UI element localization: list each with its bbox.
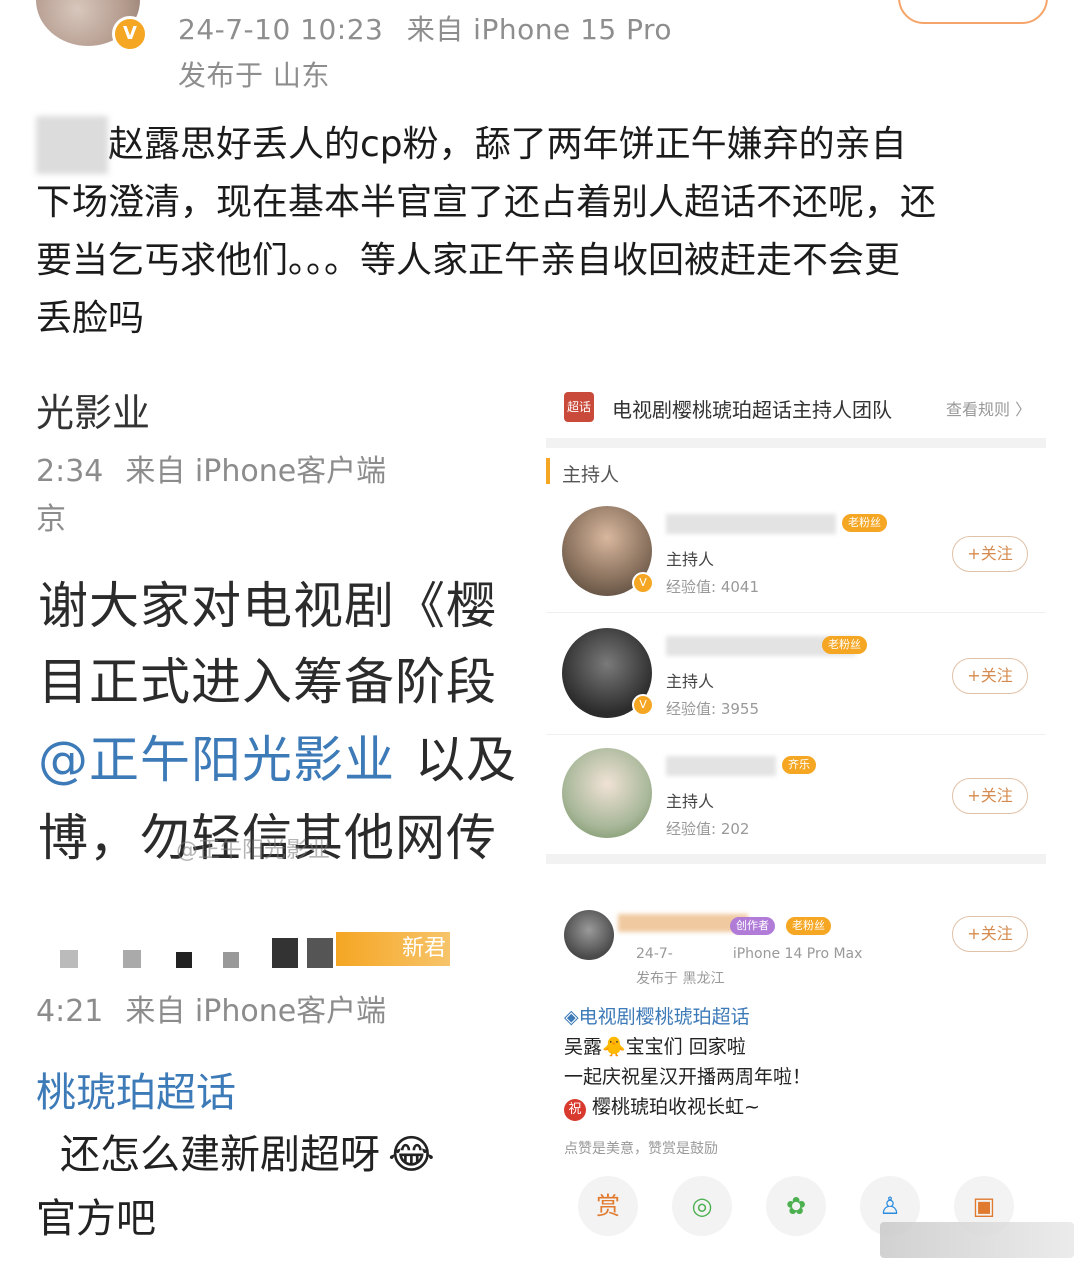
mention-link[interactable]: @正午阳光影业	[38, 731, 395, 789]
user-level-tag: 新君	[336, 932, 450, 966]
diamond-icon: ◈	[564, 1006, 579, 1028]
view-rules-link[interactable]: 查看规则 〉	[946, 396, 1031, 420]
host-exp: 经验值: 202	[666, 820, 750, 838]
post-meta: 24-7-10 10:23 来自 iPhone 15 Pro	[178, 8, 672, 48]
redacted-name: 吴露	[36, 116, 109, 174]
host-exp: 经验值: 3955	[666, 700, 760, 718]
host-team-header: 超话 电视剧樱桃琥珀超话主持人团队 查看规则 〉	[546, 372, 1046, 439]
host-exp: 经验值: 4041	[666, 578, 760, 596]
wechat-icon[interactable]: ◎	[672, 1176, 732, 1236]
verified-badge: V	[632, 694, 654, 716]
post-location: 发布于 黑龙江	[636, 971, 725, 987]
follow-button[interactable]: +关注	[952, 536, 1028, 572]
topic-partial[interactable]: 桃琥珀超话	[36, 1060, 236, 1118]
post-location: 发布于 山东	[178, 59, 330, 92]
left-meta-1: 2:34 来自 iPhone客户端	[36, 454, 387, 489]
reward-icon[interactable]: 赏	[578, 1176, 638, 1236]
host-tag: 老粉丝	[822, 636, 867, 654]
post-meta: 24-7- iPhone 14 Pro Max	[636, 946, 863, 962]
laugh-cry-emoji-icon: 😂	[388, 1132, 435, 1178]
post-body: 吴露赵露思好丢人的cp粉，舔了两年饼正午嫌弃的亲自 下场澄清，现在基本半官宣了还…	[36, 116, 1046, 348]
host-tag: 齐乐	[782, 756, 816, 774]
left-location: 京	[36, 502, 66, 537]
supertopic-link[interactable]: ◈电视剧樱桃琥珀超话	[564, 1002, 750, 1029]
post-line-3: 要当乞丐求他们。。。等人家正午亲自收回被赶走不会更	[36, 240, 901, 281]
supertopic-logo: 超话	[564, 392, 594, 422]
weibo-watermark: @正午阳光影业	[176, 838, 331, 863]
statement-line-2: 目正式进入筹备阶段	[38, 653, 497, 711]
post2-line-3: 祝 樱桃琥珀收视长虹~	[564, 1092, 760, 1121]
host-role: 主持人	[666, 792, 715, 811]
statement-line-1: 谢大家对电视剧《樱	[38, 577, 497, 635]
post-line-2: 下场澄清，现在基本半官宣了还占着别人超话不还呢，还	[36, 182, 937, 223]
host-row: 齐乐 主持人 经验值: 202 +关注	[546, 734, 1046, 854]
section-accent	[546, 458, 550, 484]
host-tag: 老粉丝	[842, 514, 887, 532]
verified-badge: V	[632, 572, 654, 594]
follow-button[interactable]: +关注	[952, 778, 1028, 814]
creator-badge: 创作者	[730, 917, 775, 935]
host-role: 主持人	[666, 550, 715, 569]
redacted-username	[60, 938, 334, 972]
host-name-redacted	[666, 514, 836, 534]
statement-line-3: @正午阳光影业 以及	[38, 731, 517, 789]
follow-button[interactable]: +关注	[952, 658, 1028, 694]
right-screenshot: 超话 电视剧樱桃琥珀超话主持人团队 查看规则 〉 主持人 V 老粉丝 主持人 经…	[546, 372, 1046, 1265]
reward-hint: 点赞是美意，赞赏是鼓励	[564, 1141, 718, 1157]
verified-badge: V	[112, 16, 148, 52]
post2-line-2: 一起庆祝星汉开播两周年啦！	[564, 1066, 812, 1088]
post-source: 来自 iPhone 15 Pro	[406, 13, 673, 46]
reply-line: 还怎么建新剧超呀 😂	[60, 1132, 435, 1178]
host-avatar[interactable]	[562, 748, 652, 838]
host-name-redacted	[666, 756, 776, 776]
left-screenshot: 光影业 2:34 来自 iPhone客户端 京 谢大家对电视剧《樱 目正式进入筹备…	[0, 370, 540, 1265]
fan-badge: 老粉丝	[786, 917, 831, 935]
poster-avatar[interactable]	[564, 910, 614, 960]
follow-button[interactable]: +关注	[952, 916, 1028, 952]
host-role: 主持人	[666, 672, 715, 691]
celebrate-badge-icon: 祝	[564, 1099, 586, 1121]
host-row: V 老粉丝 主持人 经验值: 3955 +关注	[546, 614, 1046, 735]
account-name-partial: 光影业	[36, 391, 151, 435]
follow-button[interactable]	[898, 0, 1048, 24]
post-line-4: 丢脸吗	[36, 298, 145, 339]
left-meta-2: 4:21 来自 iPhone客户端	[36, 994, 387, 1029]
corner-watermark	[880, 1222, 1074, 1258]
post-line-1: 吴露赵露思好丢人的cp粉，舔了两年饼正午嫌弃的亲自	[36, 116, 1046, 174]
post2-line-1: 吴露🐥宝宝们 回家啦	[564, 1036, 746, 1058]
last-line: 官方吧	[36, 1196, 156, 1242]
poster-name-redacted	[618, 914, 748, 932]
host-team-title: 电视剧樱桃琥珀超话主持人团队	[612, 398, 892, 422]
host-row: V 老粉丝 主持人 经验值: 4041 +关注	[546, 492, 1046, 613]
moments-icon[interactable]: ✿	[766, 1176, 826, 1236]
post-timestamp: 24-7-10 10:23	[178, 13, 384, 46]
divider	[546, 854, 1046, 864]
divider	[546, 438, 1046, 448]
section-title: 主持人	[562, 464, 620, 486]
